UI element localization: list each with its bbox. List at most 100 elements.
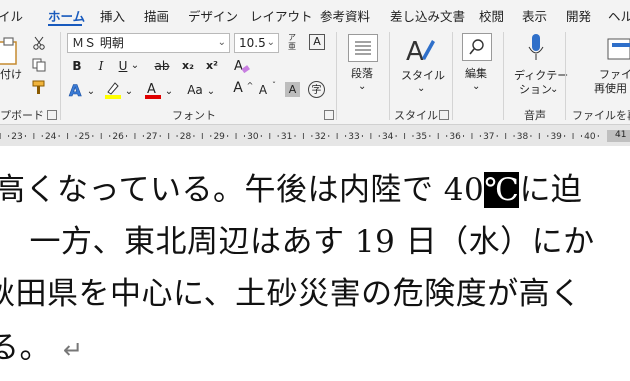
tab-design[interactable]: デザイン (188, 6, 238, 25)
styles-icon[interactable]: A (404, 34, 436, 67)
tab-draw[interactable]: 描画 (144, 6, 169, 25)
svg-text:A: A (147, 82, 156, 97)
styles-group-label: スタイル (394, 109, 438, 122)
format-painter-icon[interactable] (31, 79, 47, 95)
editing-label[interactable]: 編集 (465, 67, 487, 81)
styles-label[interactable]: スタイル (401, 69, 445, 83)
tab-layout[interactable]: レイアウト (250, 6, 313, 25)
copy-icon[interactable] (32, 57, 46, 72)
tab-insert[interactable]: 挿入 (100, 6, 125, 25)
active-tab-indicator (48, 24, 82, 26)
paste-label[interactable]: 付け (0, 68, 22, 82)
strikethrough-button[interactable]: ab (152, 58, 172, 74)
highlight-color-icon[interactable] (104, 80, 122, 100)
underline-button[interactable]: U (116, 58, 130, 74)
chevron-down-icon[interactable]: ⌄ (130, 58, 140, 74)
tab-mailings[interactable]: 差し込み文書 (390, 6, 465, 25)
chevron-down-icon[interactable]: ⌄ (267, 34, 275, 52)
tab-review[interactable]: 校閲 (479, 6, 504, 25)
chevron-down-icon[interactable]: ⌄ (206, 84, 216, 100)
phonetic-guide-icon[interactable]: ア亜 (284, 33, 300, 53)
font-dialog-launcher-icon[interactable] (324, 110, 334, 120)
reuse-files-label-2[interactable]: 再使用 (594, 82, 627, 96)
chevron-down-icon[interactable]: ⌄ (218, 34, 226, 52)
text-line-2[interactable]: 一方、東北周辺はあす 19 日（水）にか (0, 216, 595, 261)
ruler-number: 33 (348, 132, 360, 142)
selected-text[interactable]: ℃ (484, 172, 520, 208)
svg-text:A: A (69, 81, 82, 99)
tab-developer[interactable]: 開発 (566, 6, 591, 25)
microphone-icon[interactable] (527, 33, 545, 65)
chevron-down-icon[interactable]: ⌄ (124, 84, 134, 100)
tab-file[interactable]: イル (0, 6, 23, 25)
reuse-files-label[interactable]: ファイル (599, 68, 630, 82)
superscript-button[interactable]: x² (204, 58, 220, 74)
dictate-label[interactable]: ディクテー (514, 69, 568, 83)
text-line-4[interactable]: る。 ↵ (0, 322, 84, 367)
clear-formatting-icon[interactable]: A (233, 57, 251, 75)
document-body[interactable]: 高くなっている。午後は内陸で 40℃に迫 一方、東北周辺はあす 19 日（水）に… (0, 146, 630, 381)
font-size-value: 10.5 (239, 36, 266, 50)
ruler-number: 25 (78, 132, 91, 142)
bold-button[interactable]: B (70, 58, 84, 74)
character-border-icon[interactable]: A (309, 34, 325, 50)
reuse-files-icon[interactable] (606, 37, 630, 63)
change-case-button[interactable]: Aa (184, 82, 206, 98)
search-icon[interactable] (462, 33, 492, 61)
tab-view[interactable]: 表示 (522, 6, 547, 25)
dictate-label-2[interactable]: ション (519, 83, 552, 97)
text-line-1[interactable]: 高くなっている。午後は内陸で 40℃に迫 (0, 164, 582, 209)
cut-icon[interactable] (32, 35, 46, 50)
paragraph-mark-icon: ↵ (63, 336, 84, 364)
ribbon-tab-bar: イル ホーム 挿入 描画 デザイン レイアウト 参考資料 差し込み文書 校閲 表… (0, 0, 630, 28)
tab-home[interactable]: ホーム (48, 6, 85, 25)
group-divider (336, 32, 337, 120)
ruler-number: 34 (381, 132, 394, 142)
group-divider (452, 32, 453, 120)
ruler-number: 38 (516, 132, 529, 142)
text-run: 高くなっている。午後は内陸で 40 (0, 172, 485, 208)
text-line-3[interactable]: 秋田県を中心に、土砂災害の危険度が高く (0, 268, 582, 313)
paragraph-icon[interactable] (348, 34, 378, 62)
font-name-value: ＭＳ 明朝 (72, 36, 124, 50)
font-size-combo[interactable]: 10.5 ⌄ (234, 33, 279, 53)
tab-help[interactable]: ヘル (608, 6, 630, 25)
grow-font-button[interactable]: A (230, 80, 246, 96)
clipboard-group-label: プボード (0, 109, 44, 122)
chevron-down-icon[interactable]: ⌄ (358, 80, 366, 94)
chevron-down-icon[interactable]: ⌄ (417, 82, 425, 96)
text-run: る。 (0, 330, 51, 366)
text-effects-icon[interactable]: A (68, 81, 84, 101)
tab-references[interactable]: 参考資料 (320, 6, 370, 25)
shrink-font-button[interactable]: A (256, 82, 270, 98)
ruler-number: 32 (314, 132, 327, 142)
chevron-down-icon[interactable]: ⌄ (550, 83, 558, 97)
group-divider (60, 32, 61, 120)
ruler-marker-number: 41 (615, 130, 627, 140)
voice-group-label: 音声 (524, 109, 546, 122)
styles-dialog-launcher-icon[interactable] (439, 110, 449, 120)
chevron-down-icon[interactable]: ⌄ (472, 80, 480, 94)
character-shading-icon[interactable]: A (285, 82, 300, 97)
ruler-number: 36 (449, 132, 461, 142)
paragraph-label[interactable]: 段落 (351, 67, 373, 81)
chevron-down-icon[interactable]: ⌄ (164, 84, 174, 100)
ruler-number: 27 (146, 132, 158, 142)
ruler-number: 35 (415, 132, 428, 142)
ruler-number: 37 (483, 132, 495, 142)
reuse-files-group-label: ファイルを再 (572, 109, 630, 122)
subscript-button[interactable]: x₂ (180, 58, 196, 74)
ruler-number: 23 (11, 132, 23, 142)
font-color-icon[interactable]: A (144, 80, 162, 100)
ruler-number: 39 (550, 132, 562, 142)
ruler-number: 31 (280, 132, 293, 142)
paste-icon[interactable] (0, 36, 22, 66)
enclose-characters-icon[interactable]: 字 (308, 81, 325, 98)
font-name-combo[interactable]: ＭＳ 明朝 ⌄ (67, 33, 230, 53)
italic-button[interactable]: I (94, 58, 108, 74)
clipboard-dialog-launcher-icon[interactable] (47, 110, 57, 120)
group-divider (565, 32, 566, 120)
chevron-down-icon[interactable]: ⌄ (86, 84, 96, 100)
svg-text:A: A (234, 59, 243, 74)
ruler-number: 29 (213, 132, 225, 142)
